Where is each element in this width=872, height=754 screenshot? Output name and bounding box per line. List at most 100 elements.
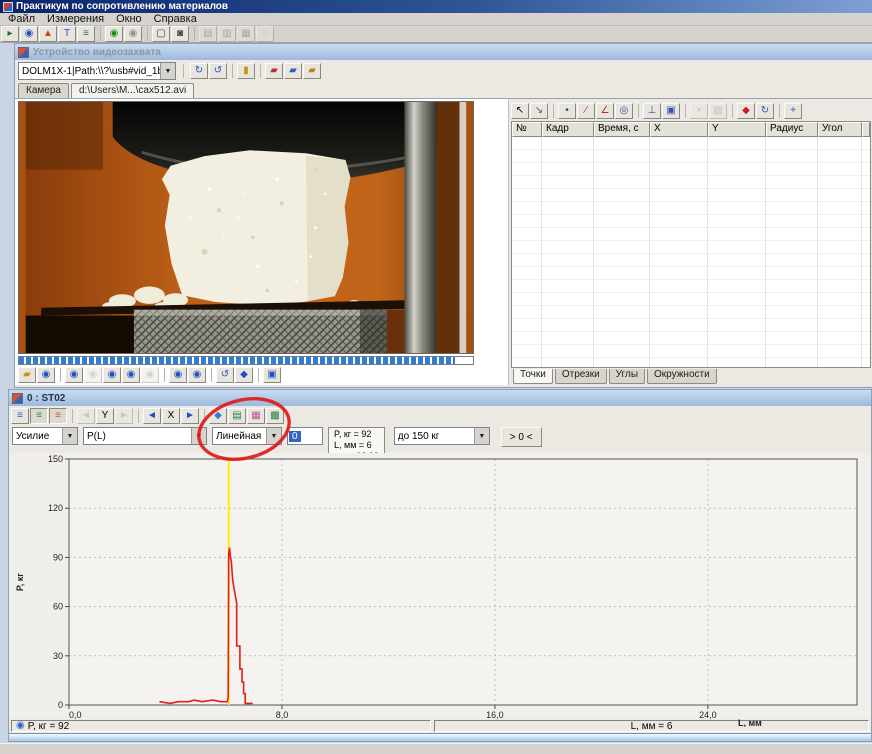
x-next-button[interactable]: ► <box>181 408 199 424</box>
table-row[interactable] <box>512 228 870 241</box>
tab-точки[interactable]: Точки <box>513 369 553 384</box>
camera-setup-button[interactable]: ◉ <box>20 26 38 42</box>
table-row[interactable] <box>512 293 870 306</box>
chart-snapshot-button[interactable]: ▤ <box>228 408 246 424</box>
capture-button[interactable]: ◉ <box>37 367 55 383</box>
table-cell <box>650 358 708 367</box>
tab-video-file[interactable]: d:\Users\М...\сах512.avi <box>71 83 194 98</box>
series-list-green-button[interactable]: ≡ <box>30 408 48 424</box>
experiment-list-button[interactable]: ≡ <box>77 26 95 42</box>
table-row[interactable] <box>512 358 870 367</box>
frame-back-button[interactable]: ◉ <box>122 367 140 383</box>
circle-tool-button[interactable]: ◎ <box>615 103 633 119</box>
angle-tool-button[interactable]: ∠ <box>596 103 614 119</box>
table-row[interactable] <box>512 189 870 202</box>
menu-help[interactable]: Справка <box>148 13 203 25</box>
threshold-input[interactable]: 0 <box>287 427 323 445</box>
column-header[interactable]: Время, с <box>594 122 650 137</box>
axes-button[interactable]: ⊥ <box>643 103 661 119</box>
x-prev-button[interactable]: ◄ <box>143 408 161 424</box>
table-row[interactable] <box>512 163 870 176</box>
table-row[interactable] <box>512 241 870 254</box>
zero-button[interactable]: > 0 < <box>501 427 542 447</box>
attach-button[interactable]: ▰ <box>284 63 302 79</box>
connect-button[interactable]: ▸ <box>1 26 19 42</box>
tab-углы[interactable]: Углы <box>609 369 645 384</box>
chevron-down-icon[interactable]: ▼ <box>160 63 175 79</box>
menu-window[interactable]: Окно <box>110 13 148 25</box>
series-list-orange-button[interactable]: ≡ <box>49 408 67 424</box>
chevron-down-icon[interactable]: ▼ <box>266 428 281 444</box>
range-combo[interactable]: до 150 кг ▼ <box>394 427 490 445</box>
table-row[interactable] <box>512 345 870 358</box>
y-axis-button[interactable]: Y <box>96 408 114 424</box>
to-start-button[interactable]: ◉ <box>169 367 187 383</box>
refresh-list-button[interactable]: ↺ <box>209 63 227 79</box>
snapshot-button[interactable]: ◙ <box>171 26 189 42</box>
chart-export-button[interactable]: ▩ <box>266 408 284 424</box>
open-video-button[interactable]: ▰ <box>18 367 36 383</box>
video-display[interactable] <box>18 101 474 354</box>
video-progress-bar[interactable] <box>18 356 474 365</box>
tab-camera[interactable]: Камера <box>18 83 69 98</box>
tab-отрезки[interactable]: Отрезки <box>555 369 607 384</box>
add-row-button[interactable]: + <box>784 103 802 119</box>
menu-measurements[interactable]: Измерения <box>41 13 110 25</box>
video-window-button[interactable]: ▢ <box>152 26 170 42</box>
settings-button[interactable]: ▰ <box>303 63 321 79</box>
table-row[interactable] <box>512 137 870 150</box>
table-row[interactable] <box>512 280 870 293</box>
table-row[interactable] <box>512 215 870 228</box>
goto-frame-button[interactable]: ◆ <box>235 367 253 383</box>
calibration-button[interactable]: ▲ <box>39 26 57 42</box>
refresh-table-button[interactable]: ↻ <box>756 103 774 119</box>
start-measure-button[interactable]: ◉ <box>105 26 123 42</box>
segment-tool-button[interactable]: ∕ <box>577 103 595 119</box>
table-row[interactable] <box>512 306 870 319</box>
function-combo[interactable]: P(L) ▼ <box>83 427 207 445</box>
select-cursor-button[interactable]: ↖ <box>511 103 529 119</box>
column-header[interactable]: № <box>512 122 542 137</box>
color-button[interactable]: ◆ <box>737 103 755 119</box>
column-header[interactable]: X <box>650 122 708 137</box>
stop-measure-button[interactable]: ◉ <box>124 26 142 42</box>
device-combo[interactable]: DOLM1X-1|Path:\\?\usb#vid_1bc ▼ <box>18 62 176 80</box>
table-row[interactable] <box>512 332 870 345</box>
undo-icon: ↺ <box>221 370 229 380</box>
column-header[interactable]: Y <box>708 122 766 137</box>
lock-button[interactable]: ▮ <box>237 63 255 79</box>
list-orange-icon: ≡ <box>55 411 61 421</box>
column-header[interactable]: Радиус <box>766 122 818 137</box>
clear-chart-button[interactable]: ◆ <box>209 408 227 424</box>
chevron-down-icon[interactable]: ▼ <box>191 428 206 444</box>
point-tool-button[interactable]: • <box>558 103 576 119</box>
scale-combo[interactable]: Линейная ▼ <box>212 427 282 445</box>
signal-combo[interactable]: Усилие ▼ <box>12 427 78 445</box>
table-row[interactable] <box>512 319 870 332</box>
table-row[interactable] <box>512 176 870 189</box>
table-cell <box>818 306 862 318</box>
series-list-blue-button[interactable]: ≡ <box>11 408 29 424</box>
x-axis-button[interactable]: X <box>162 408 180 424</box>
track-button[interactable]: ↘ <box>530 103 548 119</box>
column-header[interactable]: Угол <box>818 122 862 137</box>
play-button[interactable]: ◉ <box>65 367 83 383</box>
to-end-button[interactable]: ◉ <box>188 367 206 383</box>
column-header[interactable]: Кадр <box>542 122 594 137</box>
table-row[interactable] <box>512 254 870 267</box>
chart-copy-button[interactable]: ▦ <box>247 408 265 424</box>
edit-marks-button[interactable]: ▰ <box>265 63 283 79</box>
refresh-device-button[interactable]: ↻ <box>190 63 208 79</box>
frame-ref-button[interactable]: ▣ <box>662 103 680 119</box>
undo-button[interactable]: ↺ <box>216 367 234 383</box>
save-button[interactable]: ▣ <box>263 367 281 383</box>
stop-button[interactable]: ◉ <box>103 367 121 383</box>
table-row[interactable] <box>512 150 870 163</box>
text-tool-button[interactable]: T <box>58 26 76 42</box>
menu-file[interactable]: Файл <box>2 13 41 25</box>
chevron-down-icon[interactable]: ▼ <box>474 428 489 444</box>
table-row[interactable] <box>512 202 870 215</box>
table-row[interactable] <box>512 267 870 280</box>
tab-окружности[interactable]: Окружности <box>647 369 717 384</box>
chevron-down-icon[interactable]: ▼ <box>62 428 77 444</box>
